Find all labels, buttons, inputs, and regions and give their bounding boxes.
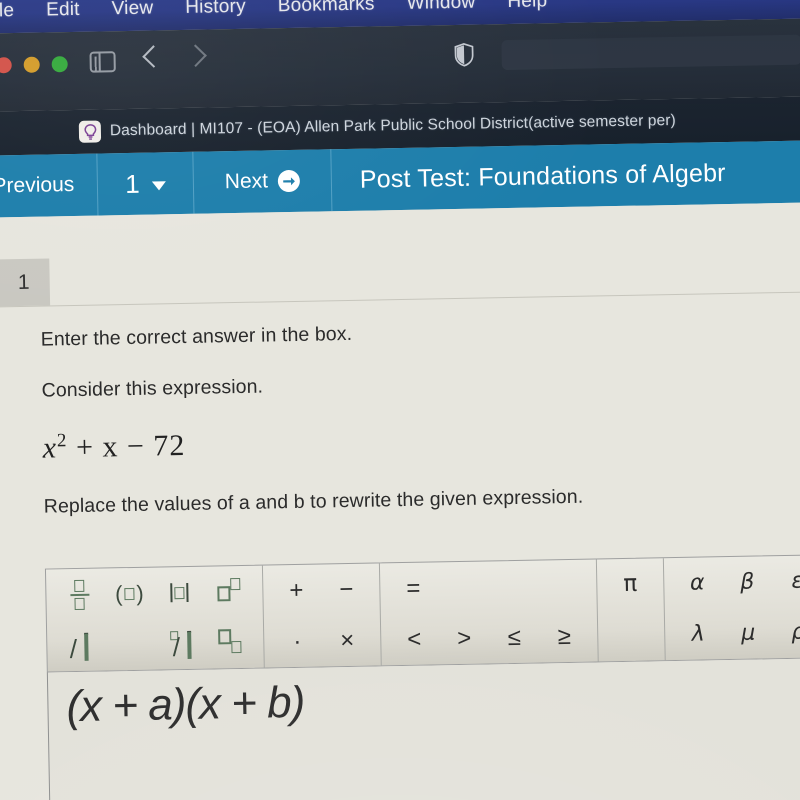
greater-than-key[interactable]: > bbox=[439, 613, 490, 664]
plus-key[interactable]: + bbox=[271, 565, 322, 616]
less-equal-key[interactable]: ≤ bbox=[489, 612, 540, 663]
equals-key[interactable]: = bbox=[388, 563, 439, 614]
superscript-key[interactable] bbox=[204, 566, 255, 617]
window-controls bbox=[0, 56, 68, 74]
keypad-group-operators: + · − × bbox=[262, 563, 382, 668]
math-keypad: () + · − × = < > ≤ ≥ π α λ β μ ε ρ bbox=[44, 554, 800, 673]
rho-key[interactable]: ρ bbox=[773, 607, 800, 658]
nth-root-key[interactable] bbox=[155, 618, 206, 669]
question-number-tab[interactable]: 1 bbox=[0, 258, 51, 307]
sidebar-icon[interactable] bbox=[89, 51, 116, 73]
current-page-number: 1 bbox=[124, 168, 140, 199]
greater-equal-key[interactable]: ≥ bbox=[539, 611, 590, 662]
keypad-group-structures: () bbox=[45, 565, 265, 672]
back-icon[interactable] bbox=[142, 45, 165, 68]
tab-title: Dashboard | MI107 - (EOA) Allen Park Pub… bbox=[109, 111, 676, 140]
question-content: 1 Enter the correct answer in the box. C… bbox=[0, 202, 800, 800]
shield-icon[interactable] bbox=[454, 42, 474, 67]
less-than-key[interactable]: < bbox=[389, 614, 440, 665]
math-expression: x2 + x − 72 bbox=[42, 417, 800, 466]
previous-button[interactable]: Previous bbox=[0, 153, 99, 218]
expression-exponent: 2 bbox=[56, 430, 68, 452]
question-selector[interactable]: 1 bbox=[97, 151, 195, 216]
question-body: Enter the correct answer in the box. Con… bbox=[41, 315, 800, 547]
menu-item-history[interactable]: History bbox=[185, 0, 246, 19]
lambda-key[interactable]: λ bbox=[673, 609, 724, 660]
question-number: 1 bbox=[17, 270, 30, 294]
menu-item-view[interactable]: View bbox=[111, 0, 153, 20]
dot-multiply-key[interactable]: · bbox=[272, 616, 323, 667]
subscript-key[interactable] bbox=[205, 617, 256, 668]
next-button[interactable]: Next ➞ bbox=[193, 149, 333, 214]
minus-key[interactable]: − bbox=[321, 564, 372, 615]
alpha-key[interactable]: α bbox=[672, 558, 723, 609]
pi-key[interactable]: π bbox=[605, 559, 656, 610]
minimize-button[interactable] bbox=[23, 56, 40, 73]
menu-item-window[interactable]: Window bbox=[406, 0, 475, 15]
assessment-title: Post Test: Foundations of Algebr bbox=[359, 158, 726, 194]
menu-item-bookmarks[interactable]: Bookmarks bbox=[278, 0, 375, 17]
next-label: Next bbox=[224, 169, 269, 194]
square-root-key[interactable] bbox=[55, 620, 106, 671]
arrow-right-icon: ➞ bbox=[277, 169, 301, 193]
mu-key[interactable]: μ bbox=[723, 608, 774, 659]
keypad-group-greek: α λ β μ ε ρ ϑ φ bbox=[663, 554, 800, 661]
expression-base: x bbox=[42, 431, 58, 465]
chevron-down-icon bbox=[151, 180, 166, 191]
lightbulb-icon bbox=[78, 120, 102, 143]
menu-item-edit[interactable]: Edit bbox=[46, 0, 80, 21]
menu-item-file[interactable]: File bbox=[0, 0, 14, 23]
answer-input[interactable]: (x + a)(x + b) bbox=[46, 658, 800, 800]
browser-toolbar bbox=[0, 18, 800, 112]
task-text: Replace the values of a and b to rewrite… bbox=[43, 485, 584, 518]
menu-item-help[interactable]: Help bbox=[507, 0, 547, 13]
keypad-group-relations: = < > ≤ ≥ bbox=[379, 559, 599, 666]
divider bbox=[0, 291, 800, 308]
answer-value: (x + a)(x + b) bbox=[66, 677, 305, 732]
page-title: Post Test: Foundations of Algebr bbox=[331, 140, 800, 211]
address-bar[interactable] bbox=[501, 34, 800, 71]
screenshot-root: File Edit View History Bookmarks Window … bbox=[0, 0, 800, 800]
maximize-button[interactable] bbox=[51, 56, 68, 73]
close-button[interactable] bbox=[0, 57, 12, 74]
epsilon-key[interactable]: ε bbox=[772, 556, 800, 607]
previous-label: Previous bbox=[0, 172, 75, 198]
forward-icon[interactable] bbox=[184, 44, 207, 68]
prompt-text: Consider this expression. bbox=[41, 375, 264, 402]
fraction-key[interactable] bbox=[54, 569, 105, 620]
expression-rest: + x − 72 bbox=[75, 428, 186, 464]
instruction-text: Enter the correct answer in the box. bbox=[40, 322, 353, 351]
absolute-value-key[interactable] bbox=[154, 567, 205, 618]
beta-key[interactable]: β bbox=[722, 557, 773, 608]
times-key[interactable]: × bbox=[322, 615, 373, 666]
parentheses-key[interactable]: () bbox=[104, 568, 155, 619]
keypad-group-constants: π bbox=[596, 558, 666, 662]
